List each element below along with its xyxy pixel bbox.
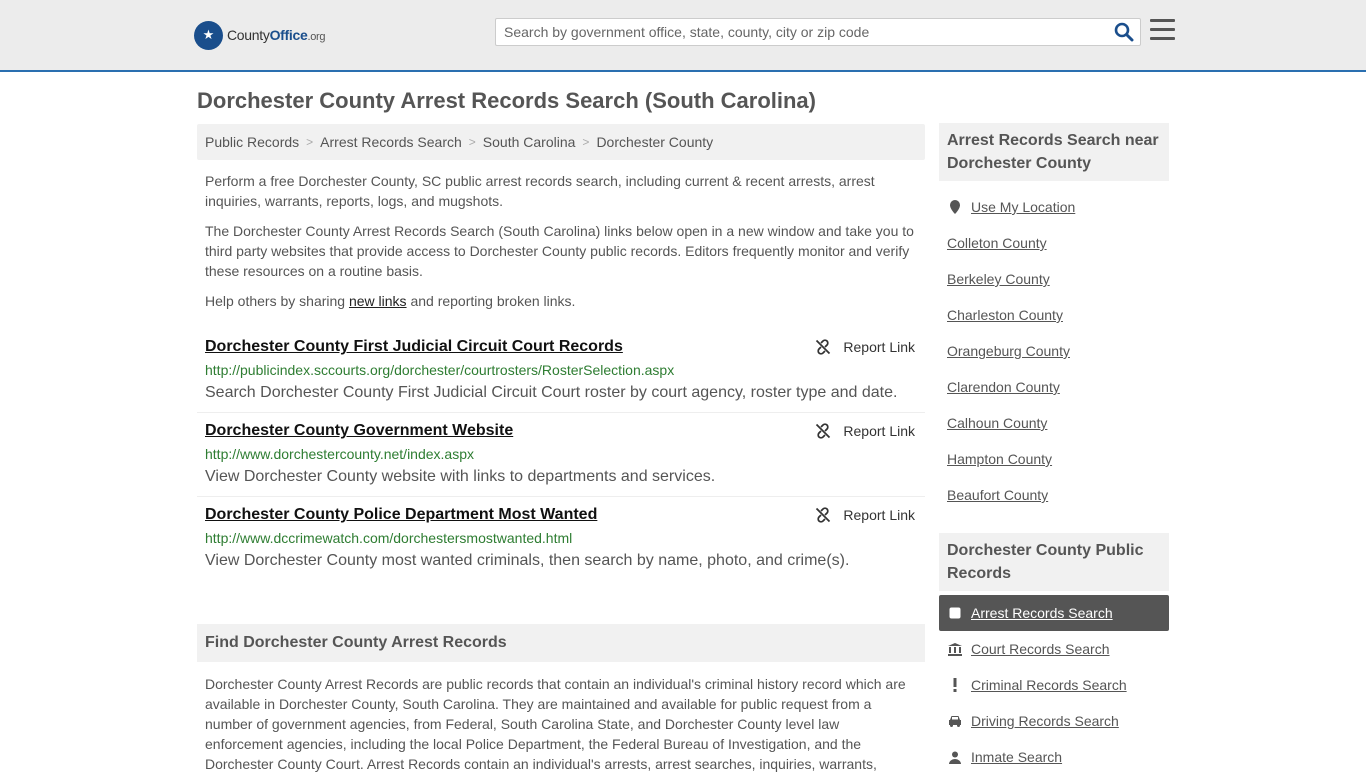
list-item: Colleton County [947,225,1169,261]
list-item: Berkeley County [947,261,1169,297]
top-header: ★ CountyOffice.org [0,0,1366,72]
report-link-label: Report Link [843,423,915,439]
new-links-link[interactable]: new links [349,293,407,309]
intro-paragraph-3: Help others by sharing new links and rep… [205,293,576,309]
breadcrumb-south-carolina[interactable]: South Carolina [483,134,576,150]
public-records-heading: Dorchester County Public Records [939,533,1169,591]
courthouse-icon [947,642,963,656]
sidebar: Arrest Records Search near Dorchester Co… [939,123,1169,775]
resource-link-url: http://publicindex.sccourts.org/dorchest… [205,362,675,378]
sidebar-item-court-records[interactable]: Court Records Search [939,631,1169,667]
nearby-counties-list: Use My Location Colleton County Berkeley… [939,181,1169,513]
breadcrumb-public-records[interactable]: Public Records [205,134,299,150]
car-icon [947,715,963,727]
intro-paragraph-1: Perform a free Dorchester County, SC pub… [205,173,875,209]
county-link[interactable]: Hampton County [947,451,1052,467]
resource-link-description: View Dorchester County website with link… [205,468,716,485]
list-item: Charleston County [947,297,1169,333]
list-item: Orangeburg County [947,333,1169,369]
county-link[interactable]: Calhoun County [947,415,1047,431]
public-records-list: Arrest Records Search Court Records Sear… [939,591,1169,775]
find-records-heading: Find Dorchester County Arrest Records [197,624,925,662]
county-link[interactable]: Orangeburg County [947,343,1070,359]
county-link[interactable]: Berkeley County [947,271,1050,287]
county-link[interactable]: Charleston County [947,307,1063,323]
resource-links-list: Dorchester County First Judicial Circuit… [197,329,925,580]
breadcrumb-arrest-records[interactable]: Arrest Records Search [320,134,462,150]
breadcrumb: Public Records > Arrest Records Search >… [197,124,925,160]
exclamation-icon [947,678,963,692]
resource-link-url: http://www.dccrimewatch.com/dorchestersm… [205,530,573,546]
resource-link-description: Search Dorchester County First Judicial … [205,384,898,401]
site-logo[interactable]: ★ CountyOffice.org [194,20,326,50]
report-link-button[interactable]: Report Link [815,507,915,523]
search-icon[interactable] [1114,22,1134,42]
resource-link-description: View Dorchester County most wanted crimi… [205,552,850,569]
broken-link-icon [816,339,831,355]
intro-text: Perform a free Dorchester County, SC pub… [197,171,925,311]
list-item: Calhoun County [947,405,1169,441]
chevron-right-icon: > [582,135,590,149]
resource-link-title[interactable]: Dorchester County Police Department Most… [205,506,597,524]
sidebar-item-driving-records[interactable]: Driving Records Search [939,703,1169,739]
find-records-body: Dorchester County Arrest Records are pub… [205,676,906,772]
resource-link-url: http://www.dorchestercounty.net/index.as… [205,446,474,462]
report-link-label: Report Link [843,339,915,355]
nearby-heading: Arrest Records Search near Dorchester Co… [939,123,1169,181]
list-item: Dorchester County Government Website Rep… [197,413,925,497]
search-box [495,18,1141,46]
sidebar-item-label[interactable]: Inmate Search [971,749,1062,765]
logo-text-prefix: County [227,27,270,43]
sidebar-item-arrest-records[interactable]: Arrest Records Search [939,595,1169,631]
county-link[interactable]: Colleton County [947,235,1047,251]
sidebar-item-label[interactable]: Criminal Records Search [971,677,1127,693]
resource-link-title[interactable]: Dorchester County First Judicial Circuit… [205,338,623,356]
county-link[interactable]: Clarendon County [947,379,1060,395]
sidebar-item-criminal-records[interactable]: Criminal Records Search [939,667,1169,703]
intro-paragraph-2: The Dorchester County Arrest Records Sea… [205,223,914,279]
logo-text-highlight: Office [269,27,308,43]
logo-text-suffix: .org [307,31,326,43]
report-link-button[interactable]: Report Link [815,423,915,439]
chevron-right-icon: > [468,135,476,149]
breadcrumb-dorchester-county[interactable]: Dorchester County [596,134,713,150]
main-content: Public Records > Arrest Records Search >… [197,124,925,774]
map-pin-icon [947,200,963,214]
sidebar-item-label[interactable]: Driving Records Search [971,713,1119,729]
report-link-label: Report Link [843,507,915,523]
user-icon [947,751,963,764]
use-my-location-link[interactable]: Use My Location [971,199,1075,215]
broken-link-icon [816,423,831,439]
broken-link-icon [816,507,831,523]
chevron-right-icon: > [306,135,314,149]
sidebar-item-inmate-search[interactable]: Inmate Search [939,739,1169,775]
eagle-seal-icon: ★ [194,20,223,50]
square-icon [947,607,963,619]
hamburger-menu-icon[interactable] [1150,19,1175,43]
list-item: Dorchester County Police Department Most… [197,497,925,580]
report-link-button[interactable]: Report Link [815,339,915,355]
sidebar-item-label[interactable]: Court Records Search [971,641,1110,657]
county-link[interactable]: Beaufort County [947,487,1048,503]
resource-link-title[interactable]: Dorchester County Government Website [205,422,513,440]
list-item: Dorchester County First Judicial Circuit… [197,329,925,413]
page-title: Dorchester County Arrest Records Search … [197,88,816,113]
list-item: Hampton County [947,441,1169,477]
sidebar-item-label[interactable]: Arrest Records Search [971,605,1113,621]
list-item: Beaufort County [947,477,1169,513]
list-item: Clarendon County [947,369,1169,405]
search-input[interactable] [496,19,1096,45]
list-item: Use My Location [947,189,1169,225]
